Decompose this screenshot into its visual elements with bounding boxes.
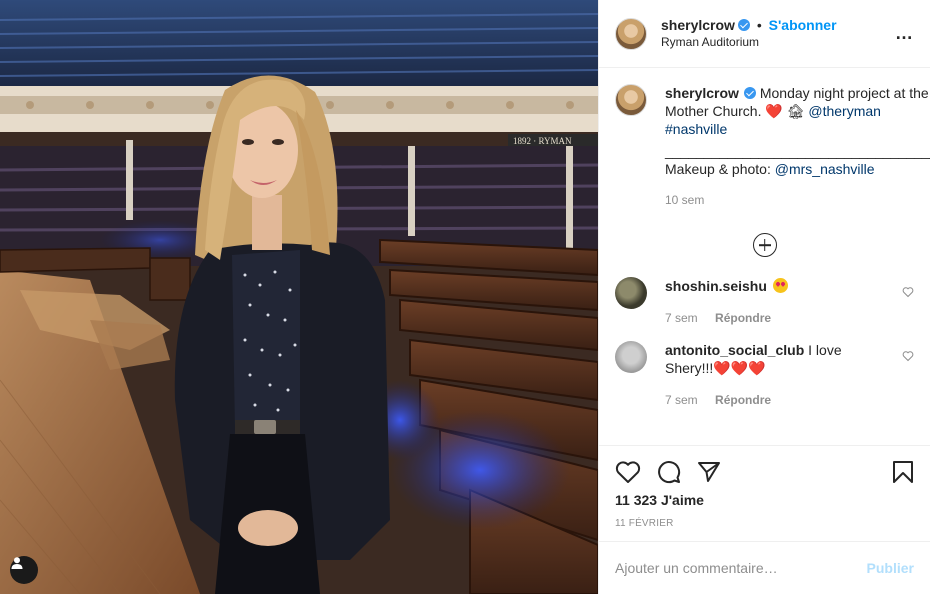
- load-more-comments-button[interactable]: [615, 233, 914, 257]
- caption: sherylcrow Monday night project at the M…: [615, 84, 930, 209]
- hearts-emoji-icon: ❤️❤️❤️: [713, 360, 766, 376]
- bookmark-icon: [893, 461, 913, 483]
- comment-username[interactable]: antonito_social_club: [665, 342, 804, 358]
- comment-item: shoshin.seishu 7 sem Répondre: [615, 277, 914, 327]
- comment-like-button[interactable]: [902, 349, 914, 365]
- comment-input[interactable]: [615, 560, 867, 576]
- comment-body: shoshin.seishu 7 sem Répondre: [665, 277, 914, 327]
- post-photo[interactable]: 1892 · RYMAN: [0, 0, 598, 594]
- save-button[interactable]: [892, 460, 914, 484]
- caption-author-avatar[interactable]: [615, 84, 647, 116]
- user-tags-button[interactable]: [10, 556, 38, 584]
- commenter-avatar[interactable]: [615, 341, 647, 373]
- post-actions-area: 11 323 J'aime 11 FÉVRIER: [599, 445, 930, 541]
- author-username[interactable]: sherylcrow: [661, 17, 735, 33]
- caption-body: sherylcrow Monday night project at the M…: [665, 84, 930, 209]
- comment-button[interactable]: [657, 460, 681, 484]
- mention-theryman[interactable]: @theryman: [808, 103, 881, 119]
- caption-username[interactable]: sherylcrow: [665, 85, 739, 101]
- post-side-panel: sherylcrow • S'abonner Ryman Auditorium …: [598, 0, 930, 594]
- follow-button[interactable]: S'abonner: [769, 17, 837, 33]
- verified-badge-icon: [743, 87, 756, 99]
- commenter-avatar[interactable]: [615, 277, 647, 309]
- post-header: sherylcrow • S'abonner Ryman Auditorium …: [599, 0, 930, 68]
- like-button[interactable]: [615, 460, 641, 484]
- paper-plane-icon: [698, 462, 720, 482]
- comment-username[interactable]: shoshin.seishu: [665, 278, 767, 294]
- more-options-icon[interactable]: …: [895, 23, 914, 44]
- action-bar: [615, 446, 914, 498]
- mention-mrs-nashville[interactable]: @mrs_nashville: [775, 161, 875, 177]
- caption-divider: ___________________________________: [665, 143, 930, 159]
- hashtag-nashville[interactable]: #nashville: [665, 121, 727, 137]
- comment-time: 7 sem: [665, 311, 698, 325]
- theater-photo-illustration: 1892 · RYMAN: [0, 0, 598, 594]
- share-button[interactable]: [697, 460, 721, 484]
- comment-body: antonito_social_club I love Shery!!!❤️❤️…: [665, 341, 914, 409]
- user-silhouette-icon: [11, 557, 23, 569]
- speech-bubble-icon: [658, 461, 681, 484]
- plus-circle-icon: [752, 233, 777, 257]
- header-separator: •: [756, 16, 762, 33]
- caption-text-2: Makeup & photo:: [665, 161, 771, 177]
- caption-time: 10 sem: [665, 193, 705, 207]
- comment-like-button[interactable]: [902, 285, 914, 301]
- heart-outline-icon: [902, 351, 914, 362]
- heart-icon: [615, 461, 641, 483]
- heart-outline-icon: [902, 287, 914, 298]
- post-date: 11 FÉVRIER: [615, 518, 674, 529]
- reply-button[interactable]: Répondre: [715, 311, 771, 325]
- publish-button[interactable]: Publier: [867, 560, 914, 576]
- author-info: sherylcrow • S'abonner Ryman Auditorium: [661, 17, 895, 51]
- comment-meta: 7 sem Répondre: [665, 391, 888, 409]
- instagram-post: 1892 · RYMAN sherylcrow • S'abonner Ryma…: [0, 0, 930, 594]
- comment-item: antonito_social_club I love Shery!!!❤️❤️…: [615, 341, 914, 409]
- comment-time: 7 sem: [665, 393, 698, 407]
- post-location[interactable]: Ryman Auditorium: [661, 34, 895, 51]
- likes-count[interactable]: 11 323 J'aime: [615, 492, 914, 508]
- reply-button[interactable]: Répondre: [715, 393, 771, 407]
- house-emoji-icon: 🏚: [786, 103, 805, 119]
- heart-eyes-emoji-icon: [772, 278, 788, 293]
- heart-emoji-icon: ❤️: [765, 103, 783, 119]
- ryman-sign: 1892 · RYMAN: [513, 136, 572, 146]
- add-comment-bar: Publier: [599, 541, 930, 594]
- comment-meta: 7 sem Répondre: [665, 309, 888, 327]
- author-avatar[interactable]: [615, 17, 647, 50]
- verified-badge-icon: [737, 18, 750, 31]
- comments-section: sherylcrow Monday night project at the M…: [599, 68, 930, 445]
